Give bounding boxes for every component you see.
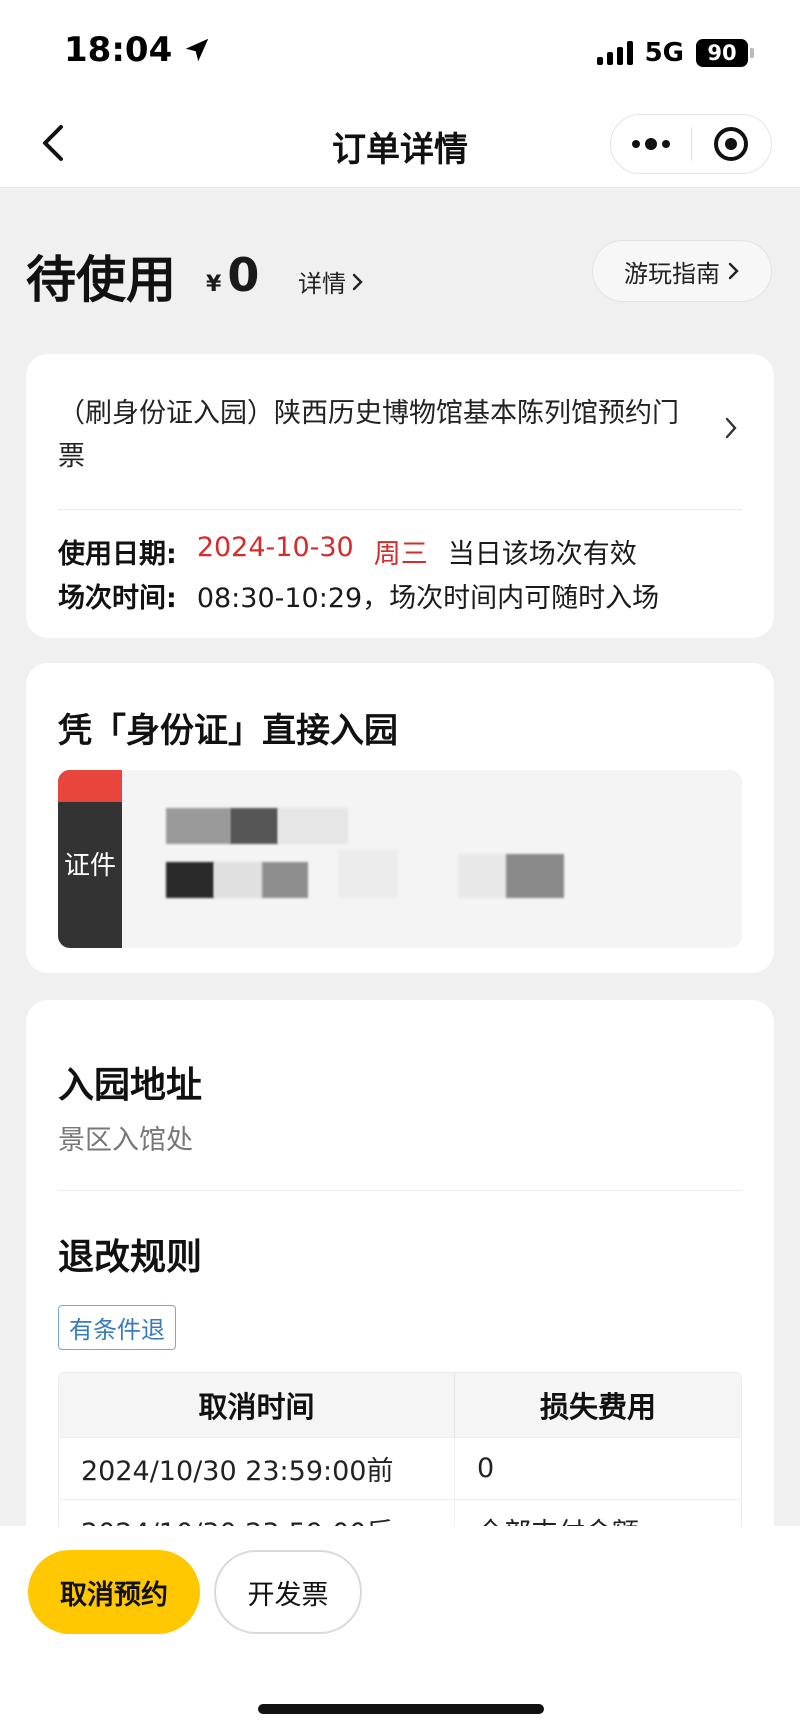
redacted-id (166, 862, 214, 898)
id-tag: 证件 (58, 770, 122, 948)
redacted-id (214, 862, 262, 898)
battery-icon: 90 (696, 39, 754, 67)
guide-label: 游玩指南 (624, 259, 720, 288)
redacted-block (278, 808, 348, 844)
price-detail-link[interactable]: 详情 (298, 264, 364, 299)
redacted-name (230, 808, 278, 844)
column-header: 损失费用 (539, 1390, 656, 1424)
order-price: ¥ 0 (206, 248, 259, 302)
table-cell: 0 (477, 1453, 495, 1484)
use-date-row: 使用日期: 2024-10-30 周三 当日该场次有效 (58, 532, 637, 571)
close-program-button[interactable] (692, 115, 772, 173)
entry-method-card: 凭「身份证」直接入园 证件 (26, 663, 774, 973)
conditional-refund-badge: 有条件退 (58, 1305, 176, 1350)
issue-invoice-button[interactable]: 开发票 (214, 1550, 362, 1634)
nav-bar: 订单详情 (0, 100, 800, 188)
chevron-right-icon (728, 262, 739, 280)
session-time-value: 08:30-10:29，场次时间内可随时入场 (196, 583, 660, 614)
table-row: 2024/10/30 23:59:00前 0 (59, 1437, 741, 1499)
currency-symbol: ¥ (206, 272, 222, 297)
order-status: 待使用 (26, 251, 176, 309)
table-cell: 2024/10/30 23:59:00前 (59, 1438, 455, 1499)
detail-label: 详情 (298, 270, 346, 298)
entry-address-title: 入园地址 (58, 1065, 203, 1106)
more-dots-icon (631, 138, 670, 150)
price-amount: 0 (227, 248, 260, 302)
divider (58, 509, 742, 510)
chevron-right-icon[interactable] (724, 416, 738, 440)
entry-address-value: 景区入馆处 (58, 1125, 193, 1156)
use-date-weekday: 周三 (373, 539, 428, 570)
divider (58, 1190, 742, 1191)
use-date-label: 使用日期: (58, 539, 177, 570)
home-indicator (258, 1704, 544, 1714)
table-header: 取消时间 损失费用 (59, 1373, 741, 1437)
status-indicators: 5G 90 (596, 38, 754, 68)
status-time: 18:04 (64, 30, 173, 70)
session-time-row: 场次时间: 08:30-10:29，场次时间内可随时入场 (58, 576, 659, 615)
ticket-info-card: （刷身份证入园）陕西历史博物馆基本陈列馆预约门票 使用日期: 2024-10-3… (26, 354, 774, 638)
ticket-name[interactable]: （刷身份证入园）陕西历史博物馆基本陈列馆预约门票 (58, 392, 698, 478)
signal-icon (596, 41, 633, 65)
cancel-reservation-button[interactable]: 取消预约 (28, 1550, 200, 1634)
order-status-row: 待使用 ¥ 0 详情 游玩指南 (26, 238, 776, 309)
target-icon (714, 127, 749, 161)
redacted-id (338, 850, 398, 898)
use-date-note: 当日该场次有效 (447, 539, 637, 570)
bottom-action-bar: 取消预约 开发票 (0, 1526, 800, 1731)
redacted-name (166, 808, 230, 844)
use-date-value: 2024-10-30 (196, 532, 354, 563)
id-tag-text: 证件 (63, 851, 116, 881)
redacted-id (262, 862, 308, 898)
status-bar: 18:04 5G 90 (0, 0, 800, 100)
chevron-right-icon (352, 273, 363, 290)
entry-method-title: 凭「身份证」直接入园 (58, 711, 398, 751)
address-refund-card: 入园地址 景区入馆处 退改规则 有条件退 取消时间 损失费用 2024/10/3… (26, 1000, 774, 1600)
play-guide-button[interactable]: 游玩指南 (592, 240, 772, 302)
id-tag-flag (58, 770, 122, 802)
redacted-id (506, 854, 564, 898)
column-header: 取消时间 (59, 1373, 455, 1437)
status-time-group: 18:04 (64, 30, 212, 70)
network-label: 5G (644, 38, 684, 68)
session-time-label: 场次时间: (58, 583, 177, 614)
id-card-box: 证件 (58, 770, 742, 948)
refund-rules-title: 退改规则 (58, 1237, 203, 1278)
more-button[interactable] (611, 115, 691, 173)
location-arrow-icon (185, 38, 209, 62)
mini-program-capsule (610, 114, 772, 174)
redacted-id (458, 854, 506, 898)
